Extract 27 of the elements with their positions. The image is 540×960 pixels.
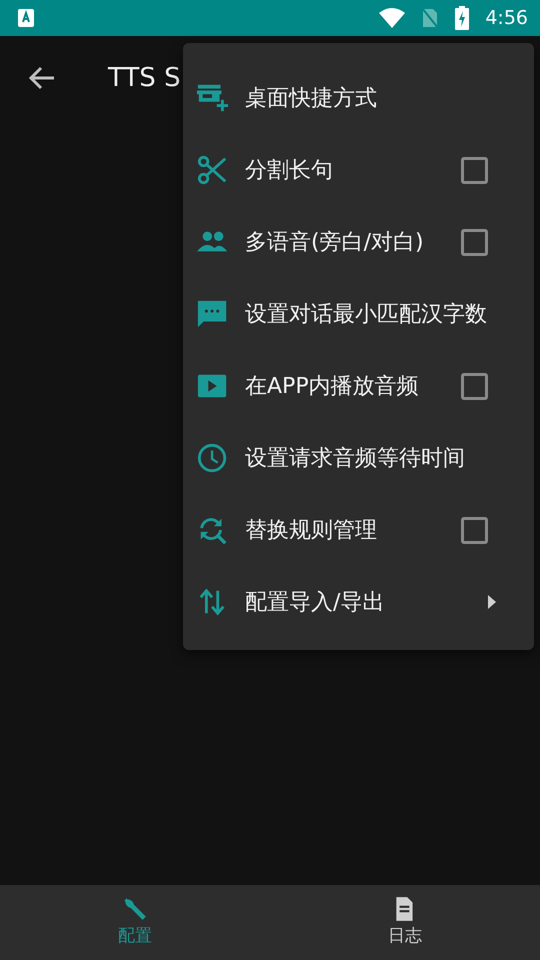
nav-tab[interactable]: 配置 bbox=[0, 885, 270, 960]
store-add-icon bbox=[197, 82, 229, 114]
screen-title: TTS S bbox=[108, 62, 181, 94]
checkbox[interactable] bbox=[461, 372, 488, 400]
no-sim-icon bbox=[421, 7, 440, 29]
menu-item[interactable]: 桌面快捷方式 bbox=[183, 62, 534, 134]
checkbox[interactable] bbox=[461, 228, 488, 256]
chat-icon bbox=[197, 298, 229, 330]
wifi-icon bbox=[379, 8, 406, 28]
menu-item[interactable]: 多语音(旁白/对白) bbox=[183, 206, 534, 278]
menu-item[interactable]: 配置导入/导出 bbox=[183, 566, 534, 638]
clock-icon bbox=[197, 442, 229, 474]
nav-tab[interactable]: 日志 bbox=[270, 885, 540, 960]
notification-icon bbox=[18, 9, 34, 27]
checkbox[interactable] bbox=[461, 516, 488, 544]
checkbox[interactable] bbox=[461, 156, 488, 184]
battery-icon bbox=[455, 6, 470, 30]
menu-item[interactable]: 分割长句 bbox=[183, 134, 534, 206]
submenu-arrow-icon bbox=[487, 594, 497, 610]
menu-item[interactable]: 在APP内播放音频 bbox=[183, 350, 534, 422]
scissors-icon bbox=[197, 154, 229, 186]
menu-item[interactable]: 设置对话最小匹配汉字数 bbox=[183, 278, 534, 350]
back-button[interactable] bbox=[28, 66, 56, 90]
clock-time: 4:56 bbox=[485, 6, 528, 31]
menu-item[interactable]: 替换规则管理 bbox=[183, 494, 534, 566]
menu-item[interactable]: 设置请求音频等待时间 bbox=[183, 422, 534, 494]
wrench-icon bbox=[122, 896, 148, 922]
